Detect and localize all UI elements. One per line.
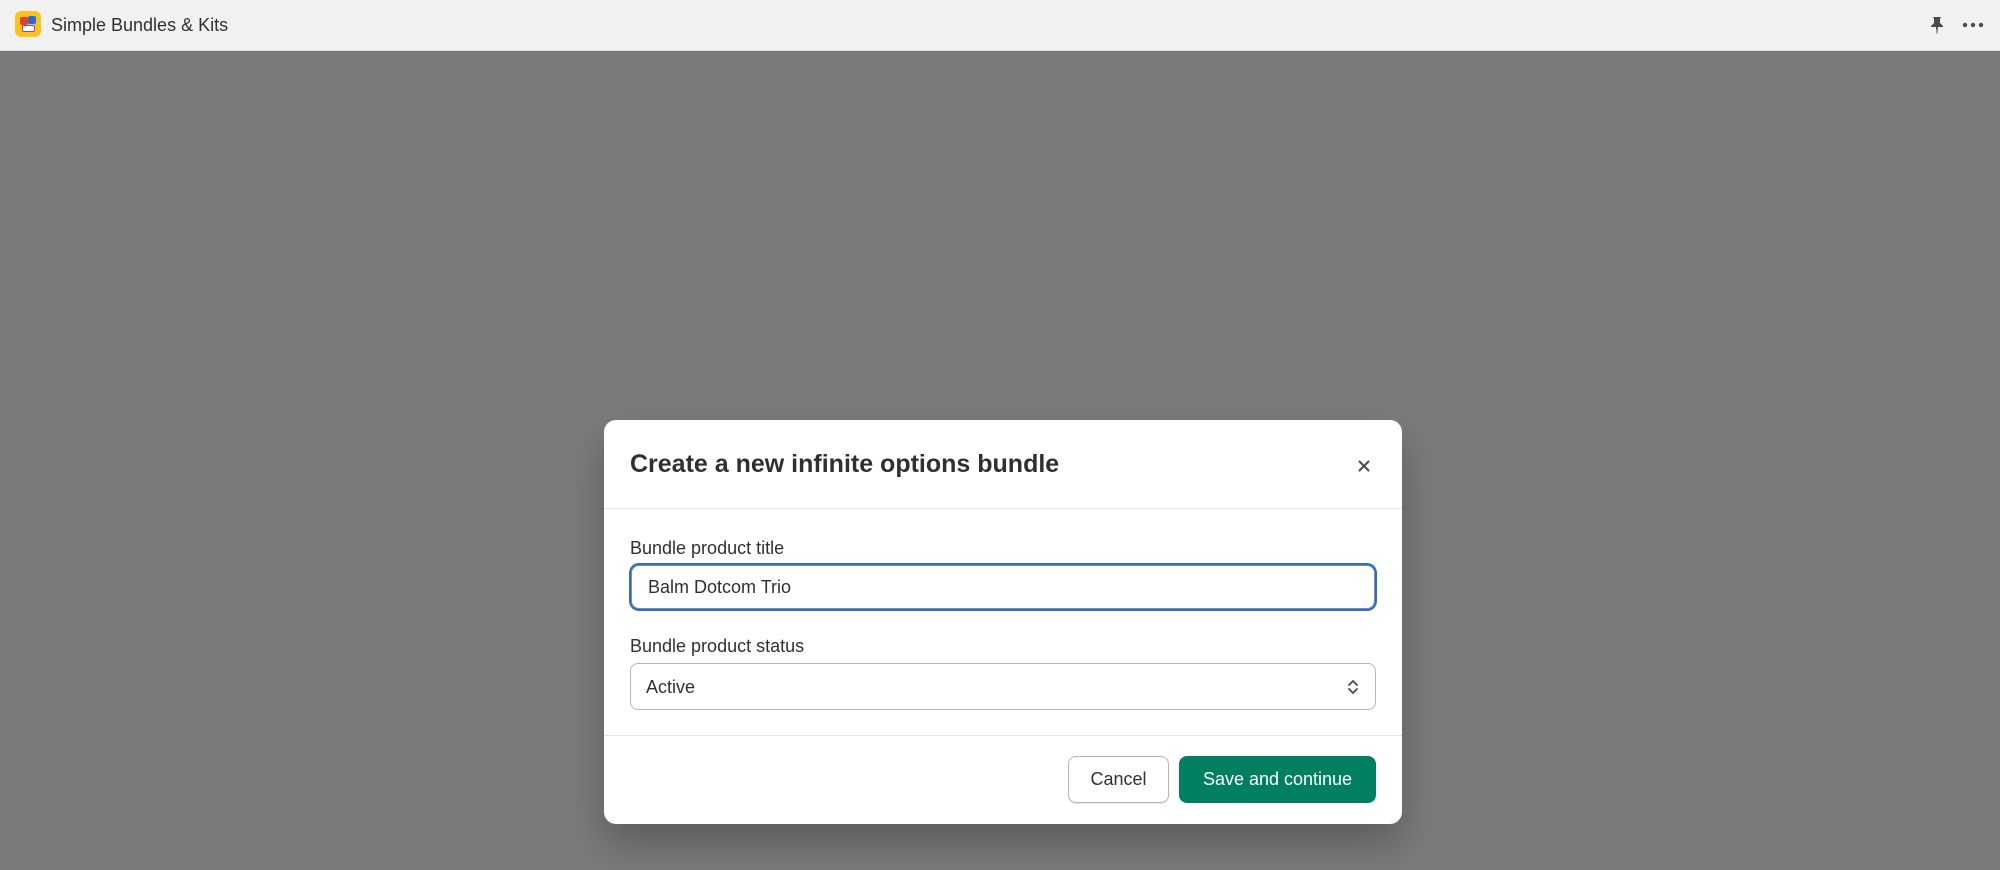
bundle-title-input[interactable] (631, 565, 1375, 609)
create-bundle-modal: Create a new infinite options bundle Bun… (604, 420, 1402, 824)
pin-icon[interactable] (1926, 14, 1948, 36)
modal-title: Create a new infinite options bundle (630, 450, 1060, 478)
select-arrows-icon (1345, 677, 1361, 697)
more-icon[interactable] (1960, 14, 1986, 36)
bundle-status-value: Active (646, 677, 696, 697)
modal-footer: Cancel Save and continue (604, 735, 1402, 824)
bundle-title-label: Bundle product title (630, 538, 785, 558)
app-logo-icon (15, 11, 41, 37)
save-and-continue-button[interactable]: Save and continue (1179, 756, 1376, 803)
bundle-status-select[interactable]: Active (630, 663, 1376, 710)
app-topbar: Simple Bundles & Kits (0, 0, 2000, 51)
app-title: Simple Bundles & Kits (51, 15, 229, 35)
modal-header: Create a new infinite options bundle (604, 420, 1402, 509)
bundle-status-label: Bundle product status (630, 636, 805, 656)
close-icon[interactable] (1350, 452, 1378, 480)
cancel-button[interactable]: Cancel (1068, 756, 1169, 803)
